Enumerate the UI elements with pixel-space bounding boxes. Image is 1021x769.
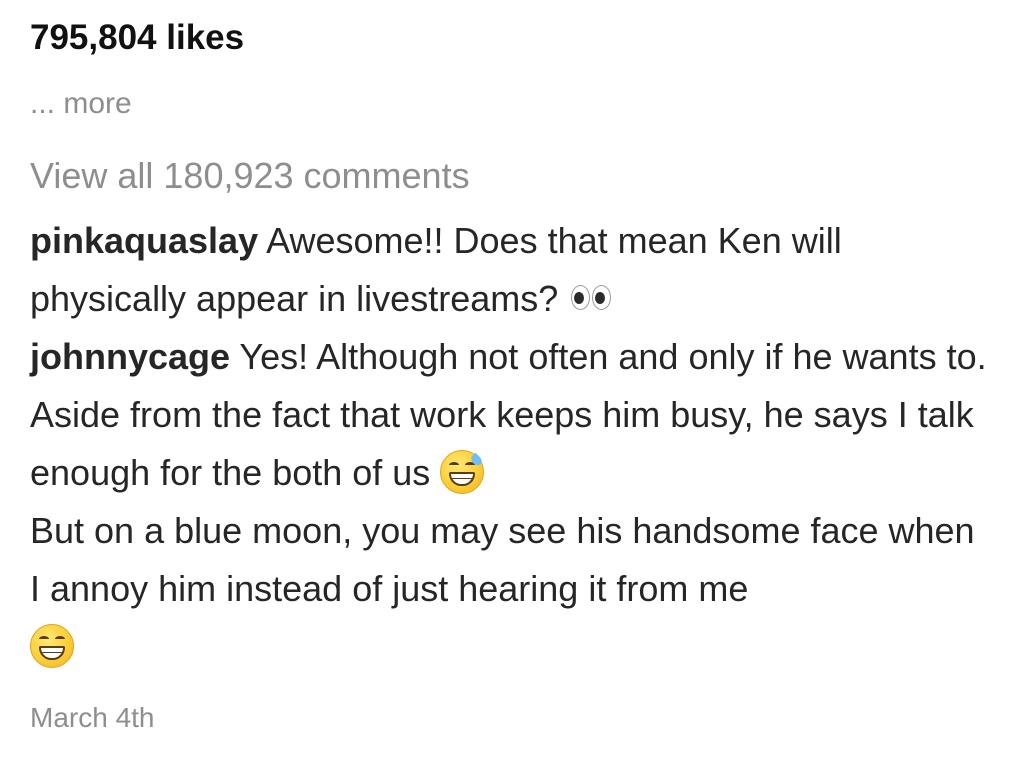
eyes-emoji-icon <box>568 283 614 313</box>
grinning-face-with-sweat-icon <box>440 450 485 495</box>
comment-username[interactable]: johnnycage <box>30 336 230 377</box>
comment-username[interactable]: pinkaquaslay <box>30 220 258 261</box>
comments-list: pinkaquaslay Awesome!! Does that mean Ke… <box>30 212 990 676</box>
comment-item: johnnycage Yes! Although not often and o… <box>30 328 990 676</box>
comment-item: pinkaquaslay Awesome!! Does that mean Ke… <box>30 212 990 328</box>
comment-text-continued: But on a blue moon, you may see his hand… <box>30 510 975 609</box>
likes-count[interactable]: 795,804 likes <box>30 14 244 62</box>
post-date: March 4th <box>30 702 155 733</box>
post-details: 795,804 likes ... more View all 180,923 … <box>30 14 990 736</box>
view-all-comments-link[interactable]: View all 180,923 comments <box>30 152 470 200</box>
beaming-face-icon <box>30 624 74 669</box>
caption-more-link[interactable]: ... more <box>30 84 132 124</box>
